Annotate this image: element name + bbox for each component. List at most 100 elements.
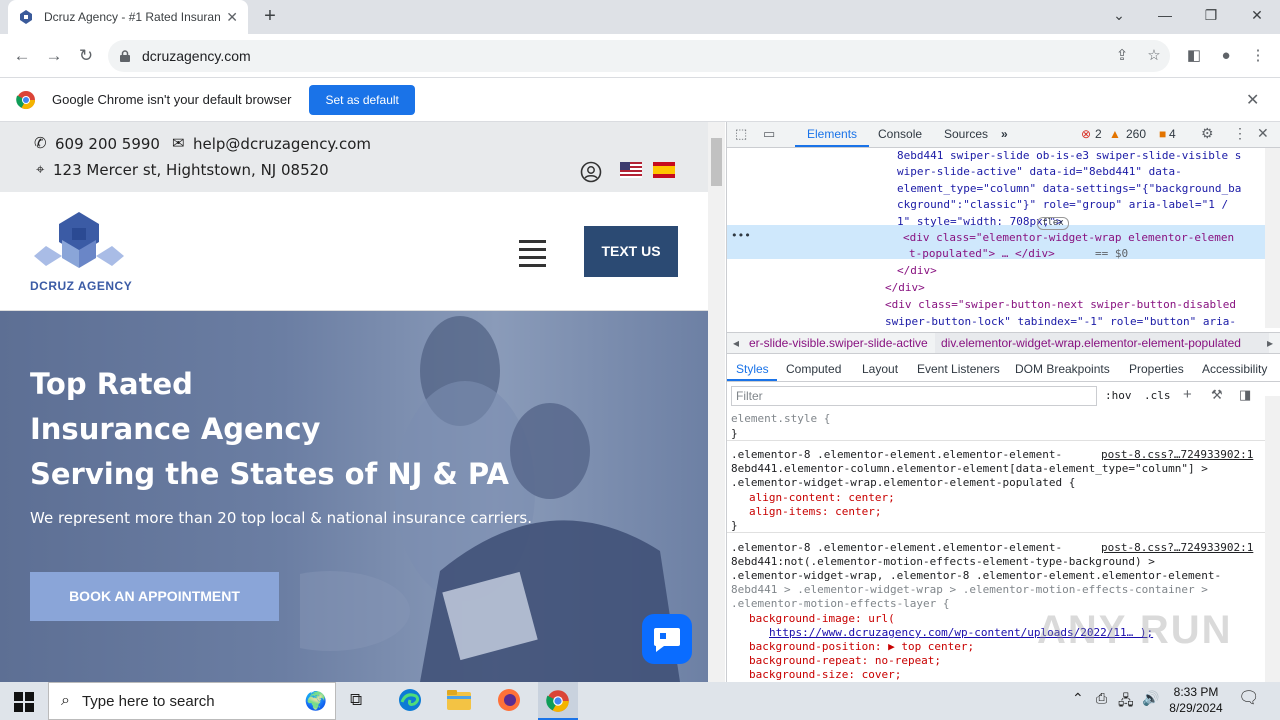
street-address: 123 Mercer st, Hightstown, NJ 08520 (53, 161, 329, 179)
search-icon: ⌕ (61, 692, 70, 709)
task-view-icon[interactable]: ⧉ (350, 690, 362, 710)
firefox-icon[interactable] (497, 688, 521, 712)
lock-icon (120, 50, 130, 62)
network-icon[interactable]: 🖧 (1118, 690, 1134, 714)
dom-line: element_type="column" data-settings="{"b… (897, 182, 1242, 195)
chrome-app-icon (546, 690, 569, 712)
forward-arrow-icon[interactable]: → (40, 42, 68, 70)
tray-chevron-icon[interactable]: ⌃ (1072, 690, 1084, 707)
flex-badge[interactable]: flex (1037, 217, 1069, 230)
chrome-taskbar-button[interactable] (538, 682, 578, 720)
profile-avatar-icon[interactable]: ● (1214, 44, 1238, 68)
dom-line-selected[interactable]: <div class="elementor-widget-wrap elemen… (903, 230, 1234, 247)
subtab-accessibility[interactable]: Accessibility (1202, 362, 1267, 376)
bookmark-star-icon[interactable]: ☆ (1142, 44, 1166, 68)
style-declaration[interactable]: background-image: url( (749, 612, 895, 626)
edge-browser-icon[interactable] (398, 688, 422, 712)
dcruz-logo-icon[interactable] (34, 210, 124, 270)
style-declaration[interactable]: align-content: center; (749, 491, 895, 505)
dom-scrollbar[interactable] (1265, 148, 1280, 328)
devtools-tab-elements[interactable]: Elements (807, 127, 857, 141)
file-explorer-icon[interactable] (447, 690, 471, 710)
css-source-link[interactable]: post-8.css?…724933902:1 (1101, 541, 1253, 555)
paint-brush-icon[interactable]: ⚒ (1211, 387, 1223, 403)
crumb-right-arrow-icon[interactable]: ▸ (1267, 336, 1273, 350)
style-declaration[interactable]: background-size: cover; (749, 668, 901, 682)
dom-line-selected[interactable]: t-populated"> … </div> (909, 246, 1055, 263)
hover-state-toggle[interactable]: :hov (1105, 389, 1132, 402)
notification-center-icon[interactable]: 🗨 (1238, 688, 1260, 708)
email-address[interactable]: help@dcruzagency.com (193, 135, 371, 153)
us-flag-icon[interactable] (620, 162, 642, 178)
style-rule-line: 8ebd441.elementor-column.elementor-eleme… (731, 462, 1208, 475)
inspect-element-icon[interactable]: ⬚ (735, 126, 747, 142)
mail-icon: ✉ (172, 134, 185, 152)
taskbar-clock[interactable]: 8:33 PM 8/29/2024 (1162, 684, 1230, 716)
css-source-link[interactable]: post-8.css?…724933902:1 (1101, 448, 1253, 462)
style-declaration[interactable]: background-position: ▶ top center; (749, 640, 974, 654)
new-rule-icon[interactable]: + (1183, 386, 1192, 403)
tray-device-icon[interactable]: ⎙ (1096, 690, 1107, 707)
style-rule-line: 8ebd441 > .elementor-widget-wrap > .elem… (731, 583, 1208, 596)
styles-scrollbar[interactable] (1265, 396, 1280, 682)
style-rule-line: .elementor-motion-effects-layer { (731, 597, 950, 610)
address-bar[interactable]: dcruzagency.com (108, 40, 1170, 72)
subtab-properties[interactable]: Properties (1129, 362, 1184, 376)
computed-sidebar-icon[interactable]: ◨ (1239, 387, 1251, 403)
side-panel-icon[interactable]: ◧ (1182, 44, 1206, 68)
volume-icon[interactable]: 🔊 (1142, 690, 1159, 707)
subtab-computed[interactable]: Computed (786, 362, 841, 376)
more-tabs-icon[interactable]: » (1001, 127, 1008, 141)
hero-heading-line2: Insurance Agency (30, 412, 321, 446)
style-declaration[interactable]: background-repeat: no-repeat; (749, 654, 941, 668)
devtools-tab-console[interactable]: Console (878, 127, 922, 141)
tab-search-icon[interactable]: ⌄ (1096, 0, 1142, 30)
class-toggle[interactable]: .cls (1144, 389, 1171, 402)
warning-icon[interactable]: ▲ (1109, 127, 1121, 141)
subtab-styles[interactable]: Styles (736, 362, 769, 376)
chat-widget-button[interactable] (642, 614, 692, 664)
subtab-layout[interactable]: Layout (862, 362, 898, 376)
breadcrumb-item[interactable]: er-slide-visible.swiper-slide-active (749, 336, 928, 350)
issues-icon[interactable]: ■ (1159, 127, 1166, 141)
new-tab-button[interactable]: + (258, 4, 282, 28)
crumb-left-arrow-icon[interactable]: ◂ (733, 336, 739, 350)
breadcrumb-item-active[interactable]: div.elementor-widget-wrap.elementor-elem… (935, 333, 1269, 353)
devtools-tab-sources[interactable]: Sources (944, 127, 988, 141)
styles-filter-input[interactable]: Filter (731, 386, 1097, 406)
share-icon[interactable]: ⇪ (1110, 44, 1134, 68)
settings-gear-icon[interactable]: ⚙ (1201, 125, 1214, 142)
hero-subheading: We represent more than 20 top local & na… (30, 509, 532, 527)
phone-number[interactable]: 609 200 5990 (55, 135, 160, 153)
minimize-button[interactable]: — (1142, 0, 1188, 30)
ellipsis-icon[interactable]: ••• (731, 228, 751, 245)
subtab-event-listeners[interactable]: Event Listeners (917, 362, 1000, 376)
browser-tab[interactable]: Dcruz Agency - #1 Rated Insurance ✕ (8, 0, 248, 34)
dom-line: </div> (885, 281, 925, 294)
chrome-menu-icon[interactable]: ⋮ (1246, 44, 1270, 68)
page-scrollbar[interactable] (708, 122, 725, 682)
devtools-menu-icon[interactable]: ⋮ (1233, 125, 1247, 142)
device-toolbar-icon[interactable]: ▭ (763, 126, 775, 142)
dom-tree[interactable]: 8ebd441 swiper-slide ob-is-e3 swiper-sli… (727, 148, 1265, 328)
close-infobar-icon[interactable]: ✕ (1246, 90, 1259, 110)
close-tab-icon[interactable]: ✕ (226, 9, 238, 26)
style-rule-line: element.style { (731, 412, 831, 425)
set-as-default-button[interactable]: Set as default (309, 84, 415, 115)
close-devtools-icon[interactable]: ✕ (1257, 125, 1269, 142)
error-icon[interactable]: ⊗ (1081, 127, 1091, 141)
close-window-button[interactable]: ✕ (1234, 0, 1280, 30)
taskbar-search-box[interactable]: ⌕ Type here to search 🌍 (48, 682, 336, 720)
back-arrow-icon[interactable]: ← (8, 42, 36, 70)
subtab-dom-breakpoints[interactable]: DOM Breakpoints (1015, 362, 1110, 376)
spain-flag-icon[interactable] (653, 162, 675, 178)
restore-button[interactable]: ❐ (1188, 0, 1234, 30)
user-account-icon[interactable] (580, 161, 602, 183)
hamburger-menu-icon[interactable] (519, 240, 546, 267)
reload-icon[interactable]: ↻ (72, 42, 100, 70)
windows-start-icon[interactable] (14, 692, 34, 712)
text-us-button[interactable]: TEXT US (584, 226, 678, 277)
style-declaration[interactable]: align-items: center; (749, 505, 881, 519)
book-appointment-button[interactable]: BOOK AN APPOINTMENT (30, 572, 279, 621)
site-header: DCRUZ AGENCY TEXT US (0, 192, 708, 311)
